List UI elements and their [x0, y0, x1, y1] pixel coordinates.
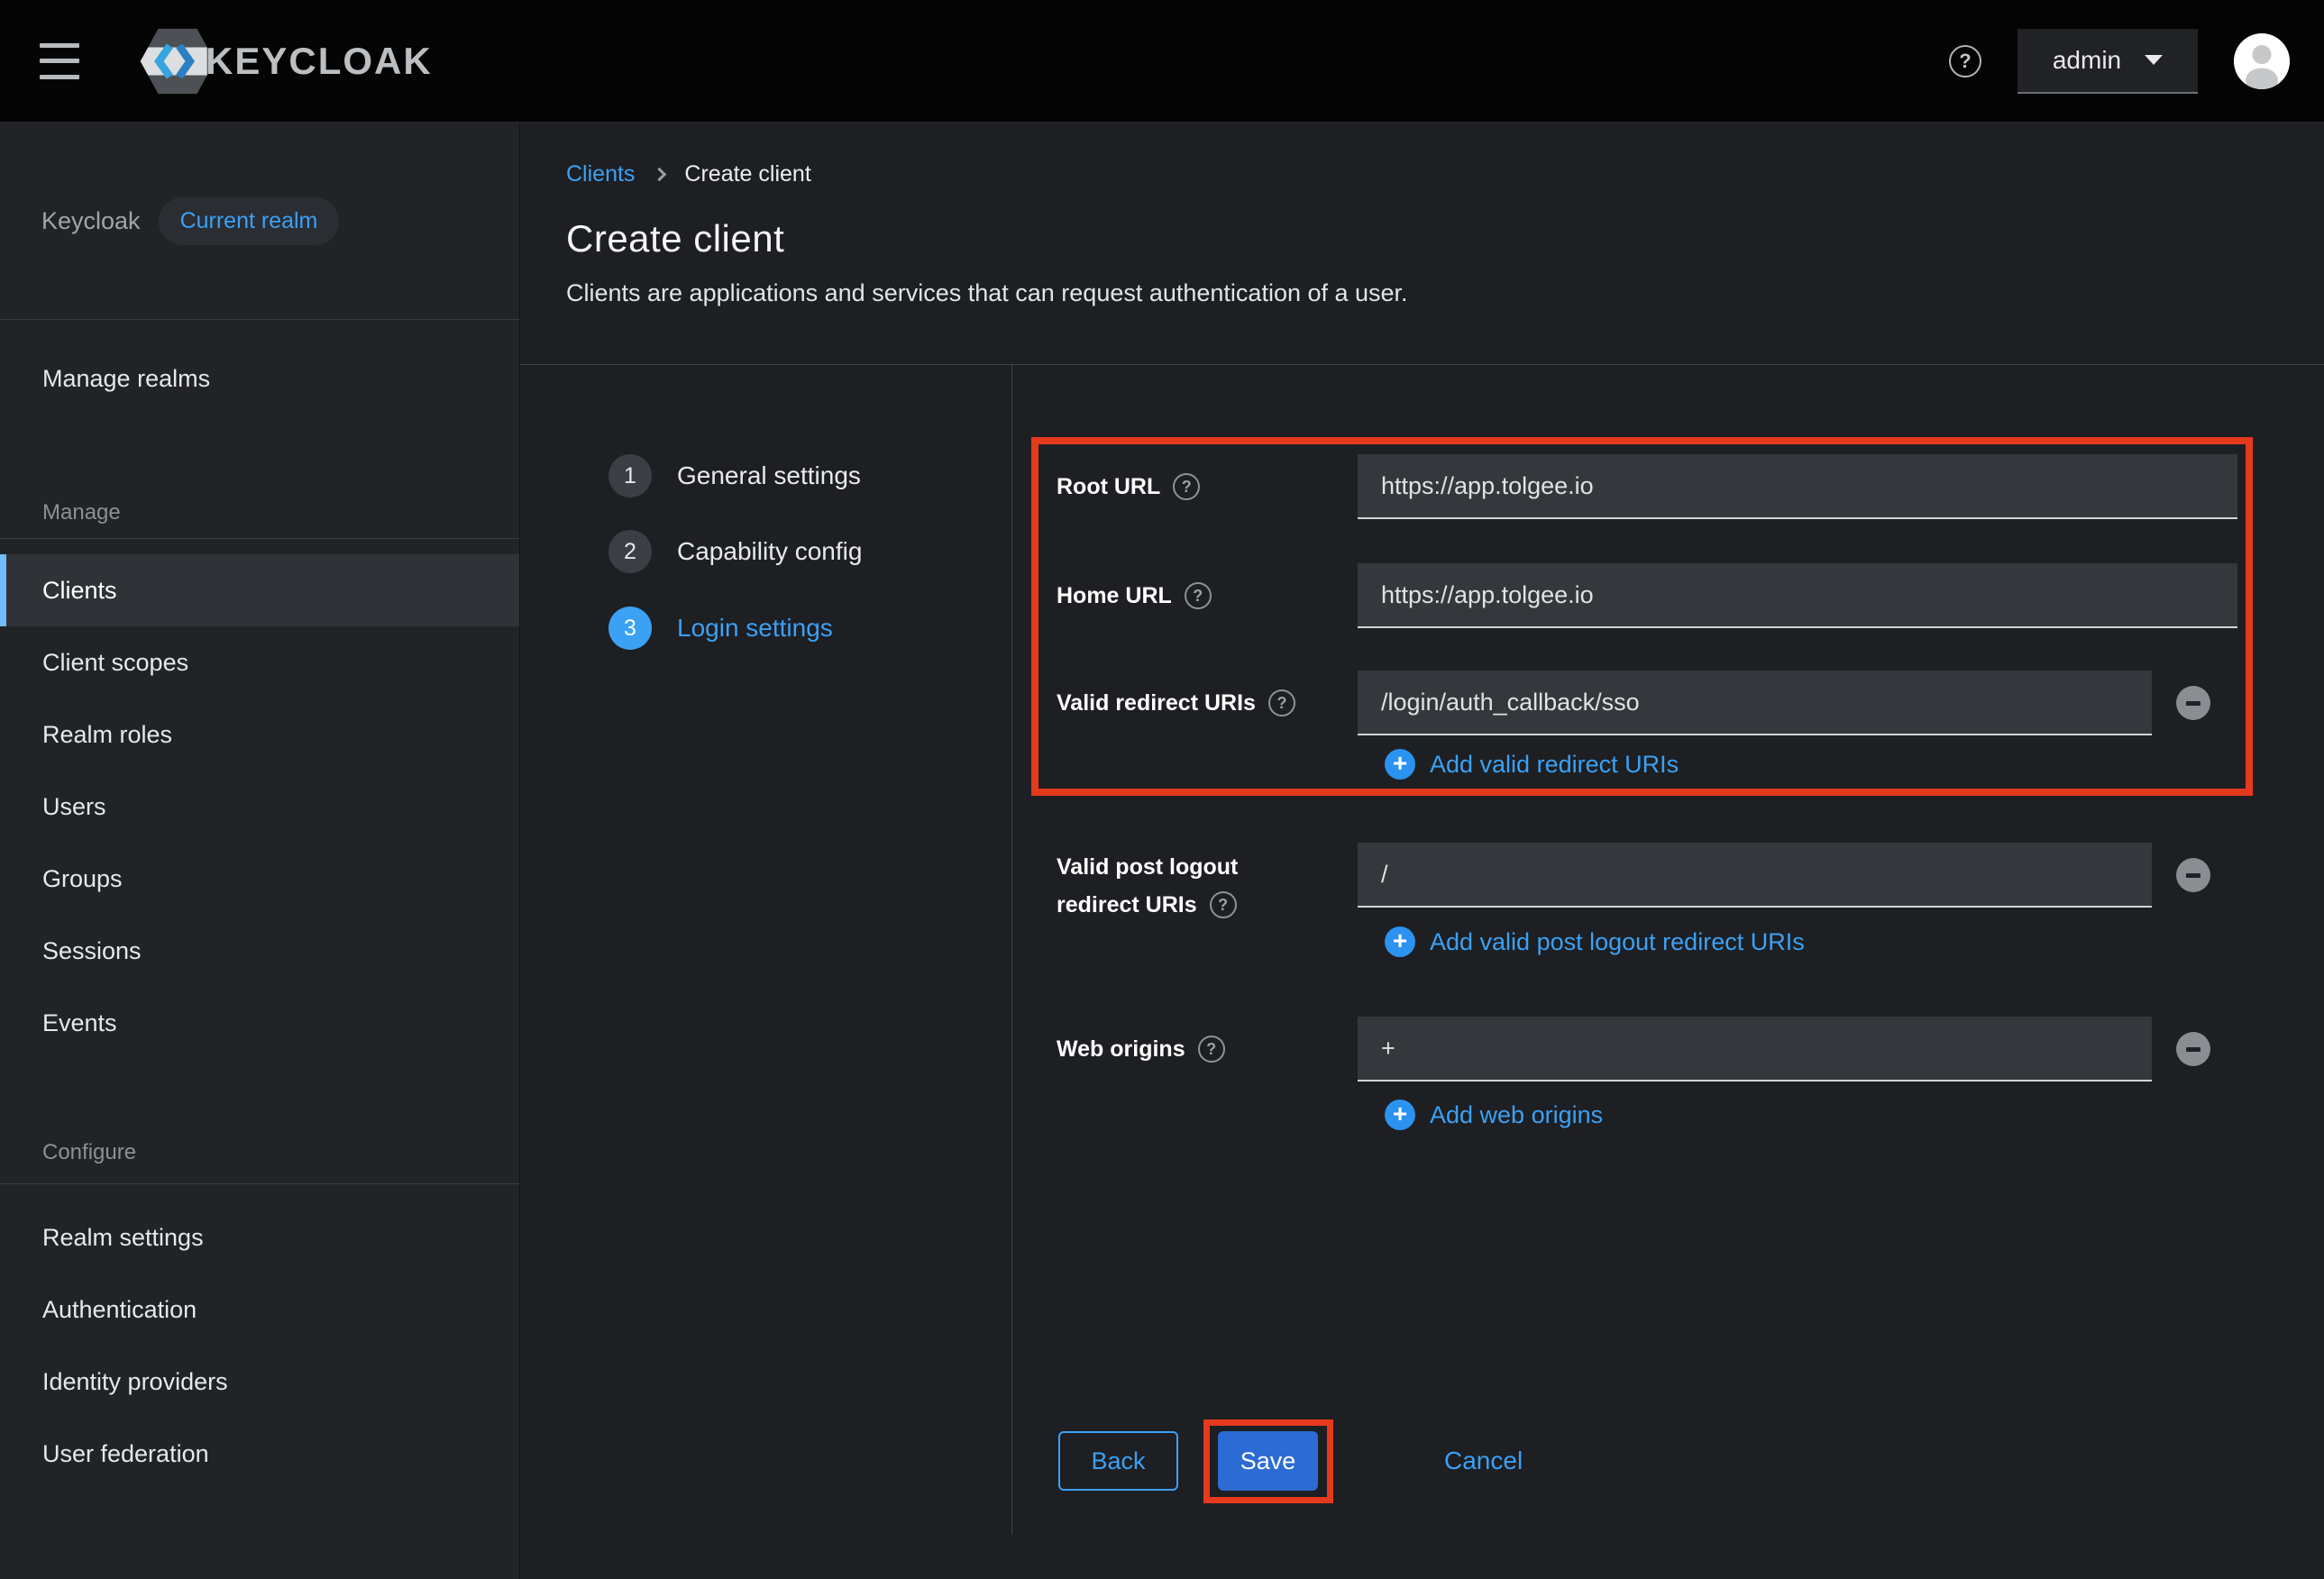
sidebar: Keycloak Current realm Manage realms Man…: [0, 123, 520, 1579]
create-client-wizard: 1 General settings 2 Capability config 3…: [520, 365, 2324, 1579]
brand-text: KEYCLOAK: [206, 40, 433, 83]
add-valid-post-logout-redirect-uris-link[interactable]: Add valid post logout redirect URIs: [1385, 926, 1805, 957]
home-url-input[interactable]: [1358, 563, 2237, 628]
help-icon[interactable]: ?: [1173, 473, 1200, 500]
help-icon[interactable]: ?: [1210, 891, 1237, 918]
plus-icon: [1385, 1100, 1415, 1130]
plus-icon: [1385, 749, 1415, 780]
user-menu-dropdown[interactable]: admin: [2017, 29, 2198, 94]
realm-switcher[interactable]: Keycloak Current realm: [0, 123, 519, 320]
sidebar-item-sessions[interactable]: Sessions: [0, 915, 519, 987]
valid-redirect-uris-input[interactable]: [1358, 671, 2152, 735]
breadcrumb: Clients Create client: [566, 160, 2324, 187]
post-logout-label-line1: Valid post logout: [1057, 854, 1238, 881]
minus-icon: [2186, 873, 2200, 878]
keycloak-logo: KEYCLOAK: [139, 20, 433, 103]
step-number: 1: [608, 454, 652, 497]
nav-group-manage: Manage: [0, 499, 519, 526]
back-button[interactable]: Back: [1058, 1431, 1178, 1491]
web-origins-input[interactable]: [1358, 1017, 2152, 1082]
remove-post-logout-uri-button[interactable]: [2176, 858, 2210, 892]
root-url-label: Root URL: [1057, 474, 1160, 500]
step-number: 2: [608, 530, 652, 573]
divider: [0, 538, 519, 539]
sidebar-item-manage-realms[interactable]: Manage realms: [0, 342, 519, 415]
sidebar-item-realm-settings[interactable]: Realm settings: [0, 1201, 519, 1273]
chevron-right-icon: [653, 167, 667, 181]
user-silhouette-icon: [2234, 33, 2290, 89]
realm-badge: Current realm: [159, 197, 340, 245]
valid-post-logout-redirect-uris-input[interactable]: [1358, 843, 2152, 908]
plus-icon: [1385, 926, 1415, 957]
breadcrumb-link-clients[interactable]: Clients: [566, 161, 635, 187]
sidebar-item-user-federation[interactable]: User federation: [0, 1418, 519, 1490]
step-label: General settings: [677, 461, 861, 490]
masthead: KEYCLOAK ? admin: [0, 0, 2324, 123]
chevron-down-icon: [2145, 55, 2163, 65]
help-button[interactable]: ?: [1949, 45, 1981, 78]
page-title: Create client: [566, 217, 2324, 260]
wizard-step-capability-config[interactable]: 2 Capability config: [608, 530, 862, 573]
valid-post-logout-redirect-uris-field-row: Valid post logout redirect URIs ?: [1057, 843, 2210, 918]
wizard-steps-panel: 1 General settings 2 Capability config 3…: [520, 365, 1012, 1535]
wizard-actions: Back Save Cancel: [1058, 1431, 1523, 1491]
web-origins-field-row: Web origins ?: [1057, 1017, 2210, 1082]
add-web-origins-link[interactable]: Add web origins: [1385, 1100, 1603, 1130]
sidebar-item-authentication[interactable]: Authentication: [0, 1273, 519, 1346]
sidebar-item-users[interactable]: Users: [0, 771, 519, 843]
valid-redirect-uris-label: Valid redirect URIs: [1057, 690, 1256, 716]
step-label: Login settings: [677, 614, 833, 643]
step-number: 3: [608, 607, 652, 650]
page-header: Clients Create client Create client Clie…: [520, 123, 2324, 365]
page-subtitle: Clients are applications and services th…: [566, 279, 2324, 307]
help-icon[interactable]: ?: [1198, 1036, 1225, 1063]
add-valid-redirect-uris-link[interactable]: Add valid redirect URIs: [1385, 749, 1679, 780]
root-url-input[interactable]: [1358, 454, 2237, 519]
nav-group-configure: Configure: [0, 1139, 519, 1166]
step-label: Capability config: [677, 537, 862, 566]
wizard-step-login-settings[interactable]: 3 Login settings: [608, 607, 833, 650]
sidebar-item-clients[interactable]: Clients: [0, 554, 519, 626]
menu-toggle-button[interactable]: [40, 43, 81, 79]
wizard-step-general-settings[interactable]: 1 General settings: [608, 454, 861, 497]
main-content: Clients Create client Create client Clie…: [520, 123, 2324, 1579]
cancel-button[interactable]: Cancel: [1444, 1447, 1523, 1475]
save-button[interactable]: Save: [1218, 1431, 1318, 1491]
sidebar-item-events[interactable]: Events: [0, 987, 519, 1059]
help-icon[interactable]: ?: [1185, 582, 1212, 609]
post-logout-label-line2: redirect URIs: [1057, 892, 1197, 918]
hamburger-icon: [40, 43, 79, 48]
divider: [0, 1183, 519, 1184]
minus-icon: [2186, 1047, 2200, 1052]
help-icon[interactable]: ?: [1268, 689, 1295, 716]
valid-redirect-uris-field-row: Valid redirect URIs ?: [1057, 671, 2210, 735]
sidebar-item-client-scopes[interactable]: Client scopes: [0, 626, 519, 698]
sidebar-item-realm-roles[interactable]: Realm roles: [0, 698, 519, 771]
sidebar-nav: Manage realms Manage Clients Client scop…: [0, 342, 519, 1490]
remove-web-origin-button[interactable]: [2176, 1032, 2210, 1066]
question-icon: ?: [1949, 45, 1981, 78]
sidebar-item-identity-providers[interactable]: Identity providers: [0, 1346, 519, 1418]
home-url-label: Home URL: [1057, 583, 1172, 609]
root-url-field-row: Root URL ?: [1057, 454, 2237, 519]
web-origins-label: Web origins: [1057, 1036, 1185, 1063]
minus-icon: [2186, 701, 2200, 706]
breadcrumb-current: Create client: [684, 161, 810, 187]
sidebar-item-groups[interactable]: Groups: [0, 843, 519, 915]
remove-redirect-uri-button[interactable]: [2176, 686, 2210, 720]
avatar[interactable]: [2234, 33, 2290, 89]
home-url-field-row: Home URL ?: [1057, 563, 2237, 628]
user-menu-label: admin: [2053, 46, 2121, 75]
product-name: Keycloak: [41, 207, 141, 235]
